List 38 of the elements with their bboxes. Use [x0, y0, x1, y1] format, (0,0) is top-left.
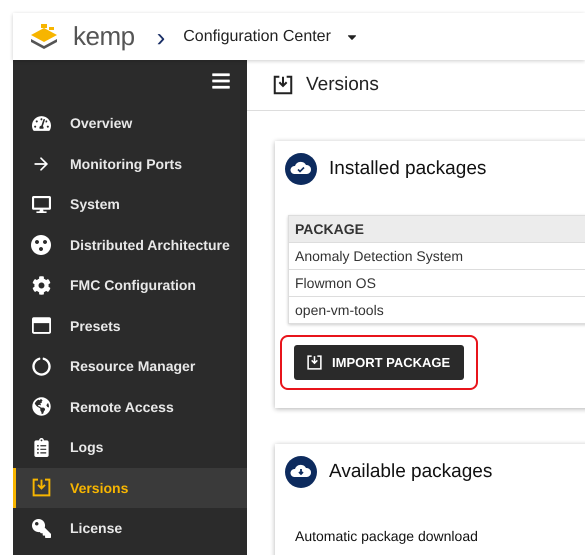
card-title: Installed packages	[329, 158, 486, 180]
brand-name: kemp	[73, 21, 135, 52]
circle-notch-icon	[32, 356, 50, 376]
import-package-button[interactable]: IMPORT PACKAGE	[294, 345, 464, 380]
globe-icon	[32, 397, 50, 416]
sidebar-item[interactable]: System	[13, 184, 247, 224]
table-cell: Flowmon OS	[289, 269, 585, 296]
setting-label: Automatic package download	[295, 528, 479, 546]
window-icon	[32, 316, 50, 336]
table-cell: open-vm-tools	[289, 296, 585, 323]
sidebar-item[interactable]: License	[13, 508, 247, 548]
menu-icon[interactable]	[211, 71, 231, 91]
breadcrumb-title[interactable]: Configuration Center	[183, 28, 331, 46]
cloud-download-icon	[285, 456, 317, 488]
column-header: PACKAGE	[289, 216, 585, 242]
sidebar-item[interactable]: Distributed Architecture	[13, 224, 247, 265]
monitor-icon	[32, 194, 50, 214]
download-icon	[30, 477, 52, 498]
cloud-check-icon	[285, 153, 317, 185]
card-title: Available packages	[329, 461, 492, 483]
key-icon	[32, 518, 50, 538]
page-title: Versions	[306, 74, 379, 96]
clipboard-icon	[32, 438, 50, 457]
logo-icon	[29, 24, 59, 50]
sidebar-item[interactable]: Versions	[13, 468, 247, 508]
download-icon	[306, 354, 323, 371]
table-cell: Anomaly Detection System	[289, 242, 585, 269]
sidebar-item[interactable]: Remote Access	[13, 386, 247, 427]
download-icon	[272, 74, 294, 96]
sidebar-item[interactable]: Logs	[13, 427, 247, 468]
settings-icon	[32, 276, 50, 295]
gauge-icon	[32, 114, 50, 133]
sidebar-item[interactable]: FMC Configuration	[13, 265, 247, 306]
breadcrumb-separator: ›	[156, 24, 166, 50]
sidebar-item[interactable]: Monitoring Ports	[13, 144, 247, 184]
sidebar-item[interactable]: Overview	[13, 103, 247, 144]
sidebar-item[interactable]: Presets	[13, 306, 247, 346]
sidebar-item[interactable]: Resource Manager	[13, 346, 247, 386]
